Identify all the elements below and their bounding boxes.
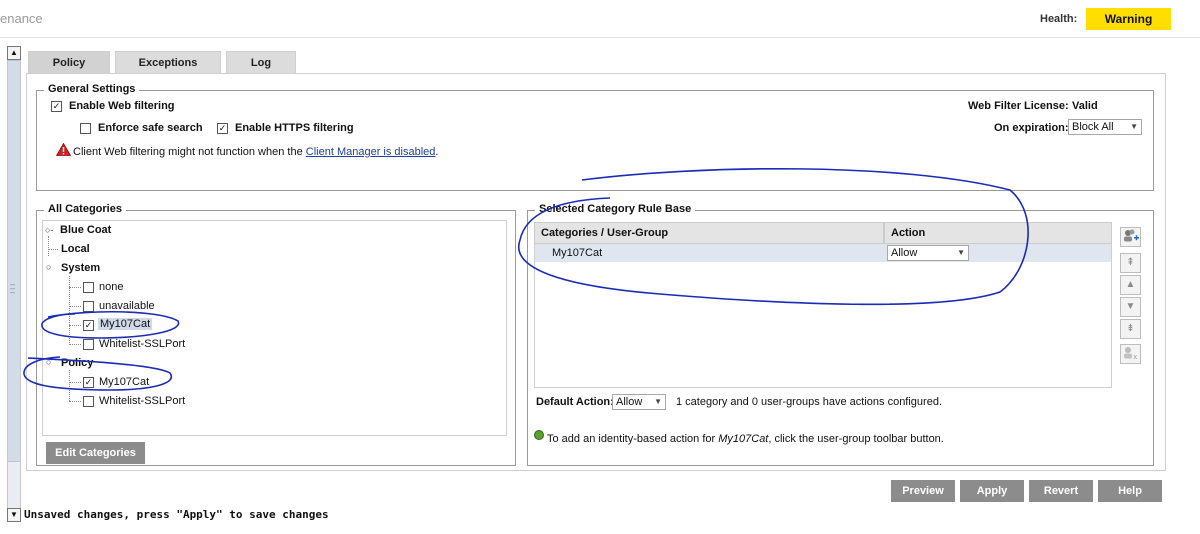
default-action-select[interactable]: Allow ▼	[612, 394, 666, 410]
policy-whitelist-checkbox[interactable]	[83, 396, 94, 407]
move-top-icon: ⇞	[1126, 257, 1135, 268]
tree-node-system-my107cat[interactable]: My107Cat	[98, 318, 153, 330]
row-action-select[interactable]: Allow ▼	[887, 245, 969, 261]
all-categories-legend: All Categories	[44, 203, 126, 215]
enable-web-filtering-checkbox[interactable]: ✓	[51, 101, 62, 112]
warning-icon	[56, 143, 71, 156]
row-category-cell: My107Cat	[552, 247, 603, 259]
apply-button[interactable]: Apply	[960, 480, 1024, 502]
license-value: Valid	[1072, 100, 1098, 112]
tree-node-local[interactable]: Local	[61, 243, 90, 255]
expiration-value: Block All	[1072, 121, 1114, 133]
client-manager-link[interactable]: Client Manager is disabled	[306, 146, 436, 158]
page-title: enance	[0, 11, 43, 26]
chevron-down-icon: ▼	[957, 248, 965, 257]
tree-node-none[interactable]: none	[99, 281, 123, 293]
tab-policy[interactable]: Policy	[28, 51, 110, 74]
tree-node-blue-coat[interactable]: Blue Coat	[60, 224, 111, 236]
add-user-group-icon	[1123, 229, 1139, 242]
warning-suffix: .	[435, 146, 439, 158]
health-status-badge[interactable]: Warning	[1086, 8, 1171, 30]
column-header-category[interactable]: Categories / User-Group	[534, 222, 884, 244]
tree-node-policy-my107cat[interactable]: My107Cat	[99, 376, 149, 388]
move-up-icon: ▲	[1125, 279, 1136, 290]
policy-my107cat-checkbox[interactable]: ✓	[83, 377, 94, 388]
column-header-action[interactable]: Action	[884, 222, 1112, 244]
table-row[interactable]	[535, 244, 1111, 262]
expiration-label: On expiration:	[994, 122, 1069, 134]
move-down-icon: ▼	[1125, 301, 1136, 312]
remove-user-group-icon: x	[1123, 347, 1137, 361]
enable-https-filtering-label: Enable HTTPS filtering	[235, 122, 354, 134]
default-action-value: Allow	[616, 396, 643, 408]
rule-base-legend: Selected Category Rule Base	[535, 203, 696, 215]
hint-prefix: To add an identity-based action for	[547, 433, 719, 445]
none-checkbox[interactable]	[83, 282, 94, 293]
svg-text:x: x	[1133, 354, 1137, 361]
blue-coat-expand-icon[interactable]: ○-	[45, 225, 53, 235]
client-warning-message: Client Web filtering might not function …	[73, 146, 438, 158]
move-bottom-icon: ⇟	[1126, 323, 1135, 334]
chevron-down-icon: ▼	[654, 397, 662, 406]
scroll-up-button[interactable]: ▲	[7, 46, 21, 60]
move-to-bottom-button[interactable]: ⇟	[1120, 319, 1141, 339]
unsaved-changes-status: Unsaved changes, press "Apply" to save c…	[24, 508, 329, 521]
tree-node-policy-whitelist[interactable]: Whitelist-SSLPort	[99, 395, 185, 407]
top-header	[0, 0, 1200, 38]
tree-node-policy[interactable]: Policy	[61, 357, 93, 369]
scroll-grip-icon: – – –	[10, 279, 16, 297]
unavailable-checkbox[interactable]	[83, 301, 94, 312]
scroll-down-button[interactable]: ▼	[7, 508, 21, 522]
tab-log[interactable]: Log	[226, 51, 296, 74]
tree-node-system[interactable]: System	[61, 262, 100, 274]
tree-node-system-whitelist[interactable]: Whitelist-SSLPort	[99, 338, 185, 350]
enforce-safe-search-label: Enforce safe search	[98, 122, 203, 134]
tree-node-unavailable[interactable]: unavailable	[99, 300, 155, 312]
action-summary-text: 1 category and 0 user-groups have action…	[676, 396, 942, 408]
info-icon	[534, 430, 544, 440]
remove-user-group-button[interactable]: x	[1120, 344, 1141, 364]
row-action-value: Allow	[891, 247, 918, 259]
revert-button[interactable]: Revert	[1029, 480, 1093, 502]
general-settings-legend: General Settings	[44, 83, 140, 95]
expiration-select[interactable]: Block All ▼	[1068, 119, 1142, 135]
health-label: Health:	[1040, 13, 1078, 25]
tab-exceptions[interactable]: Exceptions	[115, 51, 221, 74]
policy-expand-icon[interactable]: ○	[46, 357, 51, 367]
enforce-safe-search-checkbox[interactable]	[80, 123, 91, 134]
enable-https-filtering-checkbox[interactable]: ✓	[217, 123, 228, 134]
license-label: Web Filter License:	[968, 100, 1069, 112]
add-user-group-button[interactable]	[1120, 227, 1141, 247]
hint-category: My107Cat	[718, 433, 769, 445]
edit-categories-button[interactable]: Edit Categories	[46, 442, 145, 464]
chevron-down-icon: ▼	[1130, 122, 1138, 131]
preview-button[interactable]: Preview	[891, 480, 955, 502]
move-up-button[interactable]: ▲	[1120, 275, 1141, 295]
scroll-thumb[interactable]	[8, 60, 20, 462]
move-down-button[interactable]: ▼	[1120, 297, 1141, 317]
hint-suffix: , click the user-group toolbar button.	[768, 433, 944, 445]
default-action-label: Default Action:	[536, 396, 614, 408]
identity-hint-text: To add an identity-based action for My10…	[547, 433, 944, 445]
enable-web-filtering-label: Enable Web filtering	[69, 100, 175, 112]
system-my107cat-checkbox[interactable]: ✓	[83, 320, 94, 331]
help-button[interactable]: Help	[1098, 480, 1162, 502]
system-expand-icon[interactable]: ○	[46, 262, 51, 272]
system-whitelist-checkbox[interactable]	[83, 339, 94, 350]
warning-prefix: Client Web filtering might not function …	[73, 146, 306, 158]
move-to-top-button[interactable]: ⇞	[1120, 253, 1141, 273]
